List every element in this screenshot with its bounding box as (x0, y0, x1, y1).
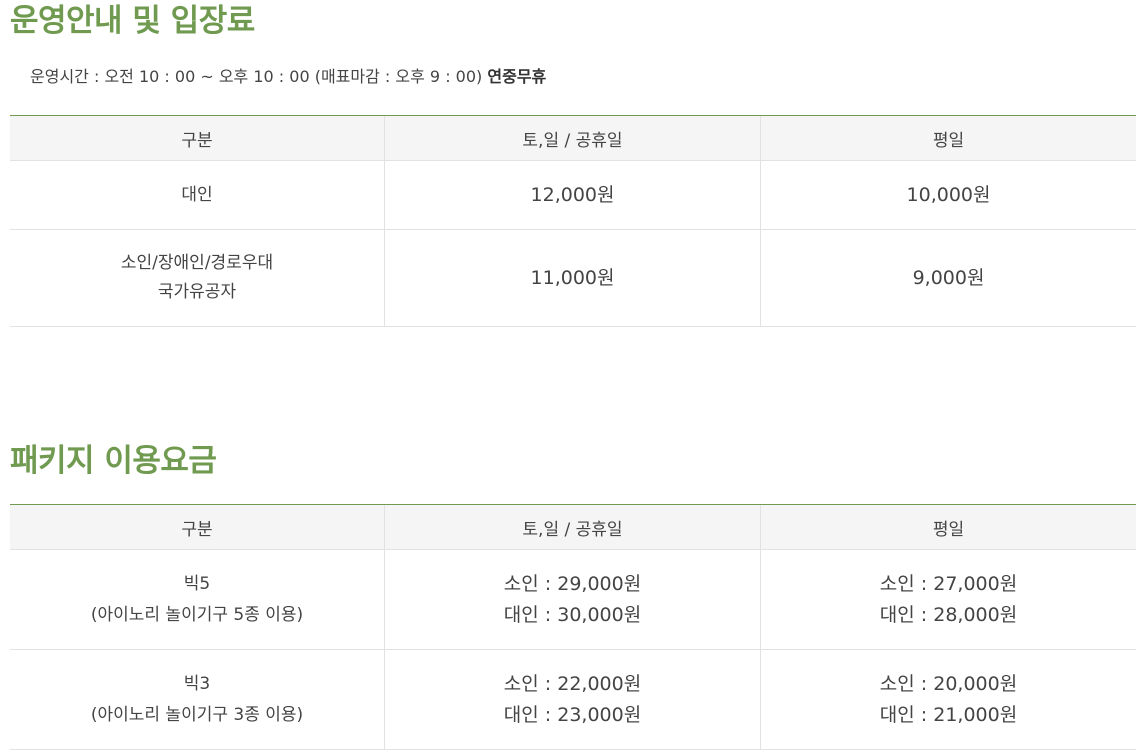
header-weekday: 평일 (760, 504, 1136, 550)
weekend-price: 11,000원 (384, 229, 761, 327)
category-label-sub: 국가유공자 (157, 282, 237, 302)
header-category: 구분 (10, 504, 385, 550)
weekend-price-cell: 소인 : 22,000원 대인 : 23,000원 (384, 649, 761, 750)
package-description: (아이노리 놀이기구 5종 이용) (90, 604, 304, 625)
package-fee-table: 구분 토,일 / 공휴일 평일 빅5 (아이노리 놀이기구 5종 이용) 소인 … (10, 504, 1136, 750)
closed-notice: 연중무휴 (487, 67, 547, 86)
table-header-row: 구분 토,일 / 공휴일 평일 (10, 504, 1136, 550)
child-price: 소인 : 22,000원 (503, 672, 642, 695)
adult-price: 대인 : 30,000원 (503, 603, 642, 626)
category-cell: 대인 (10, 160, 385, 230)
hours-text: 운영시간 : 오전 10 : 00 ~ 오후 10 : 00 (매표마감 : 오… (30, 67, 483, 86)
header-category: 구분 (10, 115, 385, 161)
category-cell: 빅5 (아이노리 놀이기구 5종 이용) (10, 549, 385, 650)
weekday-price: 10,000원 (760, 160, 1136, 230)
table-row: 빅3 (아이노리 놀이기구 3종 이용) 소인 : 22,000원 대인 : 2… (10, 649, 1136, 750)
header-weekend: 토,일 / 공휴일 (384, 504, 761, 550)
admission-fee-table: 구분 토,일 / 공휴일 평일 대인 12,000원 10,000원 소인/장애… (10, 115, 1136, 327)
table-row: 대인 12,000원 10,000원 (10, 160, 1136, 230)
category-cell: 빅3 (아이노리 놀이기구 3종 이용) (10, 649, 385, 750)
operation-hours: 운영시간 : 오전 10 : 00 ~ 오후 10 : 00 (매표마감 : 오… (30, 66, 546, 88)
table-header-row: 구분 토,일 / 공휴일 평일 (10, 115, 1136, 161)
package-name: 빅5 (183, 573, 211, 594)
weekday-price: 9,000원 (760, 229, 1136, 327)
table-row: 빅5 (아이노리 놀이기구 5종 이용) 소인 : 29,000원 대인 : 3… (10, 549, 1136, 650)
package-title: 패키지 이용요금 (10, 443, 217, 479)
weekend-price: 12,000원 (384, 160, 761, 230)
child-price: 소인 : 27,000원 (879, 572, 1018, 595)
table-row: 소인/장애인/경로우대 국가유공자 11,000원 9,000원 (10, 229, 1136, 327)
category-cell: 소인/장애인/경로우대 국가유공자 (10, 229, 385, 327)
category-label: 소인/장애인/경로우대 (120, 253, 274, 273)
child-price: 소인 : 20,000원 (879, 672, 1018, 695)
category-label: 대인 (181, 184, 213, 205)
adult-price: 대인 : 23,000원 (503, 703, 642, 726)
adult-price: 대인 : 28,000원 (879, 603, 1018, 626)
header-weekday: 평일 (760, 115, 1136, 161)
weekend-price-cell: 소인 : 29,000원 대인 : 30,000원 (384, 549, 761, 650)
operation-title: 운영안내 및 입장료 (10, 3, 255, 39)
package-name: 빅3 (183, 673, 211, 694)
package-description: (아이노리 놀이기구 3종 이용) (90, 704, 304, 725)
weekday-price-cell: 소인 : 27,000원 대인 : 28,000원 (760, 549, 1136, 650)
child-price: 소인 : 29,000원 (503, 572, 642, 595)
page: 운영안내 및 입장료 운영시간 : 오전 10 : 00 ~ 오후 10 : 0… (0, 0, 1138, 750)
adult-price: 대인 : 21,000원 (879, 703, 1018, 726)
weekday-price-cell: 소인 : 20,000원 대인 : 21,000원 (760, 649, 1136, 750)
header-weekend: 토,일 / 공휴일 (384, 115, 761, 161)
